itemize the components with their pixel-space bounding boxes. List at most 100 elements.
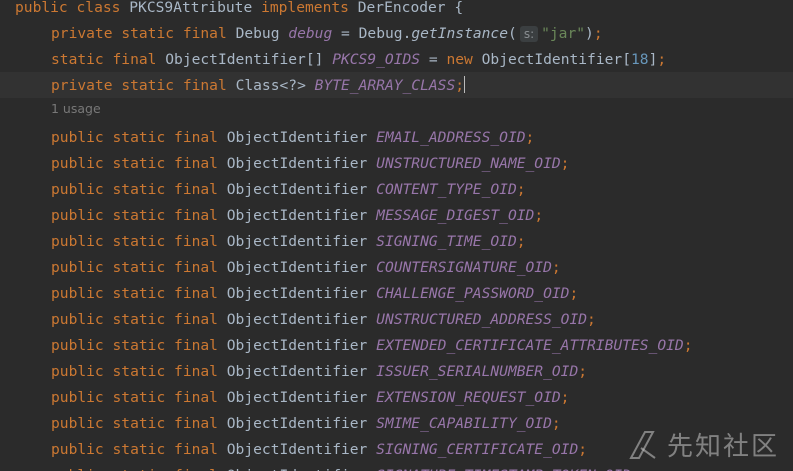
keyword: private — [51, 77, 113, 94]
code-line-oid-field[interactable]: public static final ObjectIdentifier SIG… — [15, 440, 587, 466]
watermark-text: 先知社区 — [666, 432, 779, 462]
semicolon: ; — [534, 207, 544, 224]
paren: ) — [585, 25, 594, 42]
type-name: ObjectIdentifier — [226, 207, 368, 224]
code-line-oid-field[interactable]: public static final ObjectIdentifier SIG… — [15, 232, 526, 258]
code-line-debug-field[interactable]: private static final Debug debug = Debug… — [15, 24, 603, 50]
type-name: ObjectIdentifier — [226, 337, 368, 354]
field-name: ISSUER_SERIALNUMBER_OID — [376, 363, 579, 380]
bracket: [ — [622, 51, 632, 68]
keyword: final — [174, 233, 218, 250]
semicolon: ; — [525, 129, 535, 146]
string-literal: "jar" — [541, 25, 586, 42]
type-name: Debug — [235, 25, 280, 42]
field-name: SMIME_CAPABILITY_OID — [376, 415, 552, 432]
parameter-hint: s: — [519, 26, 539, 42]
keyword: static — [121, 25, 175, 42]
code-line-oid-field[interactable]: public static final ObjectIdentifier SIG… — [15, 466, 640, 471]
code-line-oid-field[interactable]: public static final ObjectIdentifier CON… — [15, 180, 526, 206]
semicolon: ; — [516, 233, 526, 250]
watermark: 先知社区 — [625, 426, 779, 463]
type-name: ObjectIdentifier — [226, 363, 368, 380]
keyword: public — [51, 389, 104, 406]
type-name: ObjectIdentifier — [227, 467, 368, 471]
keyword: final — [174, 181, 218, 198]
semicolon: ; — [455, 77, 465, 94]
keyword: final — [174, 467, 218, 471]
code-line-oid-field[interactable]: public static final ObjectIdentifier MES… — [15, 206, 543, 232]
keyword: static — [112, 155, 166, 172]
keyword: public — [51, 311, 104, 328]
type-name: ObjectIdentifier — [226, 181, 368, 198]
type-name: ObjectIdentifier — [226, 259, 368, 276]
text-caret — [464, 76, 466, 93]
semicolon: ; — [578, 363, 588, 380]
keyword: static — [113, 467, 166, 471]
semicolon: ; — [560, 155, 570, 172]
field-name: PKCS9_OIDS — [332, 51, 421, 68]
keyword: implements — [261, 0, 349, 16]
code-line-oids-array[interactable]: static final ObjectIdentifier[] PKCS9_OI… — [15, 50, 666, 76]
field-name: UNSTRUCTURED_ADDRESS_OID — [376, 311, 588, 328]
field-name: debug — [288, 25, 333, 42]
keyword: private — [51, 25, 113, 42]
keyword: final — [174, 285, 218, 302]
field-name: COUNTERSIGNATURE_OID — [376, 259, 552, 276]
keyword: static — [112, 389, 166, 406]
code-line-byte-array-class[interactable]: private static final Class<?> BYTE_ARRAY… — [15, 76, 466, 102]
code-line-oid-field[interactable]: public static final ObjectIdentifier UNS… — [15, 310, 596, 336]
usage-hint[interactable]: 1 usage — [51, 101, 101, 116]
code-line-class-declaration[interactable]: public class PKCS9Attribute implements D… — [15, 0, 463, 24]
semicolon: ; — [516, 181, 526, 198]
keyword: final — [174, 155, 218, 172]
keyword: static — [112, 233, 166, 250]
keyword: final — [182, 77, 227, 94]
keyword: final — [174, 415, 218, 432]
code-line-oid-field[interactable]: public static final ObjectIdentifier SMI… — [15, 414, 561, 440]
code-line-oid-field[interactable]: public static final ObjectIdentifier CHA… — [15, 284, 578, 310]
keyword: public — [51, 233, 104, 250]
type-name: ObjectIdentifier — [226, 441, 368, 458]
code-line-oid-field[interactable]: public static final ObjectIdentifier UNS… — [15, 154, 569, 180]
keyword: public — [51, 467, 104, 471]
operator: = — [341, 25, 350, 42]
keyword: public — [51, 415, 104, 432]
type-name: ObjectIdentifier[] — [165, 51, 324, 68]
site-logo-icon — [629, 430, 656, 459]
code-editor[interactable]: public class PKCS9Attribute implements D… — [0, 0, 793, 471]
semicolon: ; — [683, 337, 693, 354]
type-name: ObjectIdentifier — [226, 285, 368, 302]
keyword: final — [182, 25, 227, 42]
keyword: final — [112, 51, 157, 68]
keyword: static — [112, 129, 166, 146]
code-line-oid-field[interactable]: public static final ObjectIdentifier EXT… — [15, 336, 692, 362]
type-name: ObjectIdentifier — [226, 415, 368, 432]
code-line-oid-field[interactable]: public static final ObjectIdentifier EXT… — [15, 388, 569, 414]
type-name: ObjectIdentifier — [226, 311, 368, 328]
keyword: static — [112, 415, 166, 432]
semicolon: ; — [569, 285, 579, 302]
keyword: static — [112, 181, 166, 198]
code-line-oid-field[interactable]: public static final ObjectIdentifier EMA… — [15, 128, 534, 154]
keyword: final — [174, 337, 218, 354]
type-name: ObjectIdentifier — [226, 233, 368, 250]
keyword: static — [112, 207, 166, 224]
number-literal: 18 — [631, 51, 649, 68]
keyword: public — [51, 181, 104, 198]
field-name: SIGNATURE_TIMESTAMP_TOKEN_OID — [376, 467, 631, 471]
keyword: final — [174, 129, 218, 146]
field-name: EXTENDED_CERTIFICATE_ATTRIBUTES_OID — [376, 337, 684, 354]
semicolon: ; — [578, 441, 588, 458]
keyword: public — [51, 363, 104, 380]
keyword: final — [174, 259, 218, 276]
field-name: EXTENSION_REQUEST_OID — [376, 389, 561, 406]
semicolon: ; — [657, 51, 667, 68]
interface-name: DerEncoder — [357, 0, 446, 16]
keyword: public — [51, 441, 104, 458]
keyword: static — [112, 337, 166, 354]
code-line-oid-field[interactable]: public static final ObjectIdentifier ISS… — [15, 362, 587, 388]
field-name: CHALLENGE_PASSWORD_OID — [376, 285, 570, 302]
code-line-oid-field[interactable]: public static final ObjectIdentifier COU… — [15, 258, 561, 284]
keyword: static — [112, 285, 166, 302]
field-name: SIGNING_TIME_OID — [376, 233, 517, 250]
